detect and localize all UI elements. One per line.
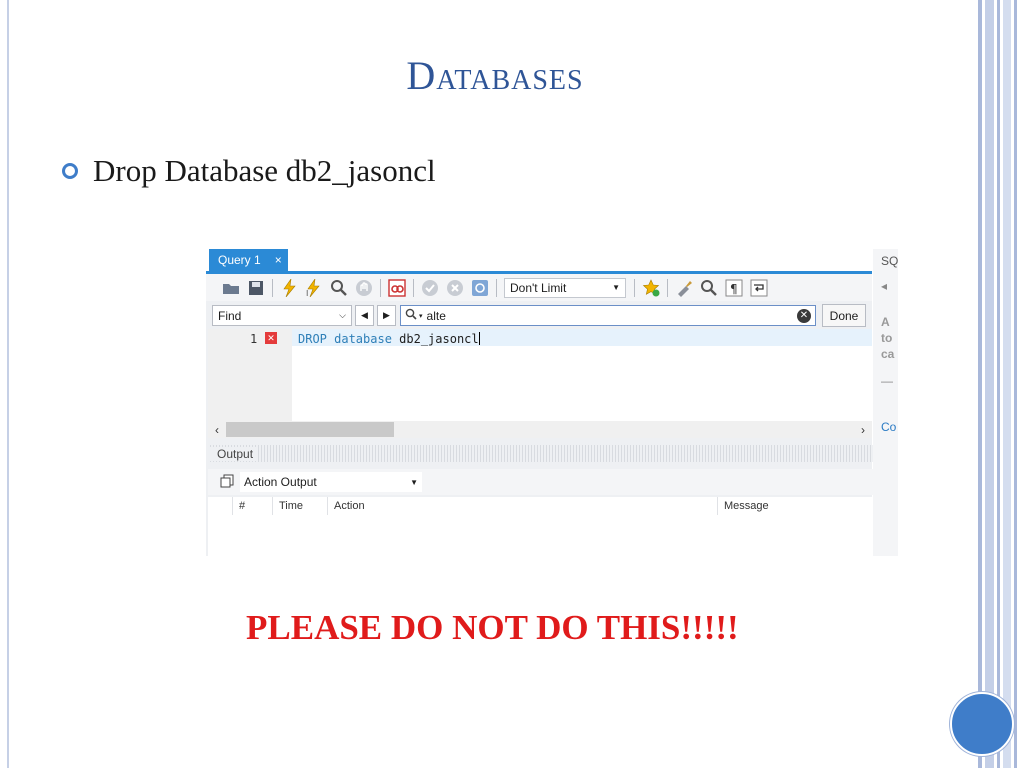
chevron-down-icon: ⌵: [339, 310, 346, 320]
side-panel-text: ca: [881, 347, 895, 361]
line-number: 1: [250, 332, 258, 346]
beautify-icon[interactable]: [675, 279, 693, 297]
side-panel-text: —: [881, 374, 893, 388]
find-bar: Find ⌵ ◀ ▶ ▾ alte ✕ Done: [212, 304, 872, 327]
sql-identifier: db2_jasoncl: [399, 332, 479, 346]
slide-frame-right: [978, 0, 1024, 768]
column-header-time[interactable]: Time: [272, 497, 327, 515]
side-panel-text: to: [881, 331, 893, 345]
search-icon: [405, 308, 417, 323]
limit-value: Don't Limit: [510, 280, 567, 295]
bullet-icon: [62, 163, 78, 179]
chevron-down-icon: ▼: [612, 283, 620, 292]
sql-keyword: DROP: [298, 332, 335, 346]
limit-select[interactable]: Don't Limit ▼: [504, 277, 626, 298]
scroll-right-icon[interactable]: ›: [854, 423, 872, 437]
commit-icon[interactable]: [421, 279, 439, 297]
find-input[interactable]: ▾ alte ✕: [400, 305, 816, 326]
side-panel-label: SQ: [881, 254, 898, 268]
search-options-icon[interactable]: ▾: [419, 312, 423, 320]
workbench-screenshot: Query 1 × I Don't Limit ▼ ¶ Find ⌵ ◀ ▶ ▾…: [206, 249, 898, 556]
done-button[interactable]: Done: [822, 304, 866, 327]
text-cursor: [478, 332, 480, 345]
find-icon[interactable]: [700, 279, 718, 297]
slide-title: Databases: [406, 53, 584, 98]
slide-frame-left: [7, 0, 9, 768]
side-panel-text: A: [881, 315, 890, 329]
warning-text: PLEASE DO NOT DO THIS!!!!!: [246, 608, 739, 647]
find-mode-value: Find: [218, 308, 242, 323]
sql-keyword: database: [334, 332, 400, 346]
clear-icon[interactable]: ✕: [797, 308, 811, 323]
find-previous-button[interactable]: ◀: [355, 305, 374, 326]
explain-icon[interactable]: [330, 279, 348, 297]
find-query: alte: [426, 308, 446, 323]
sql-statement: DROP database db2_jasoncl: [298, 332, 480, 346]
toggle-results-icon[interactable]: [388, 278, 406, 297]
chevron-down-icon: ▼: [410, 477, 418, 487]
save-icon[interactable]: [247, 279, 265, 297]
scroll-left-icon[interactable]: ‹: [208, 423, 226, 437]
column-header-message[interactable]: Message: [717, 497, 898, 515]
output-header: Output: [208, 445, 898, 462]
output-label: Output: [208, 446, 258, 461]
rollback-icon[interactable]: [446, 279, 464, 297]
find-next-button[interactable]: ▶: [377, 305, 396, 326]
toolbar-separator: [272, 278, 273, 297]
scroll-thumb[interactable]: [226, 422, 394, 437]
add-snippet-icon[interactable]: [642, 278, 660, 297]
error-marker-icon[interactable]: ✕: [265, 332, 277, 344]
horizontal-scrollbar[interactable]: ‹ ›: [208, 421, 872, 438]
stop-icon[interactable]: [355, 279, 373, 297]
close-icon[interactable]: ×: [275, 253, 282, 267]
bullet-item: Drop Database db2_jasoncl: [62, 153, 436, 189]
column-header-action[interactable]: Action: [327, 497, 717, 515]
tab-bar: Query 1 ×: [206, 249, 872, 274]
wrap-icon[interactable]: [750, 279, 768, 297]
side-panel: SQ ◂ A to ca — Co: [873, 249, 898, 556]
editor-toolbar: I Don't Limit ▼ ¶: [206, 274, 872, 301]
output-table: # Time Action Message: [208, 497, 898, 556]
output-type-select[interactable]: Action Output ▼: [240, 472, 422, 492]
side-panel-arrow-icon[interactable]: ◂: [881, 279, 887, 293]
tab-label: Query 1: [218, 253, 261, 267]
svg-text:I: I: [306, 289, 308, 297]
column-header-number[interactable]: #: [232, 497, 272, 515]
copy-icon[interactable]: [220, 474, 234, 491]
output-toolbar: Action Output ▼: [208, 469, 898, 495]
decorative-circle: [950, 692, 1014, 756]
invisible-chars-icon[interactable]: ¶: [725, 279, 743, 297]
svg-text:¶: ¶: [730, 282, 738, 296]
side-panel-link[interactable]: Co: [881, 420, 896, 434]
bullet-text: Drop Database db2_jasoncl: [93, 153, 436, 188]
find-mode-select[interactable]: Find ⌵: [212, 305, 352, 326]
execute-current-icon[interactable]: I: [305, 278, 323, 297]
sql-editor[interactable]: 1 ✕ DROP database db2_jasoncl: [208, 329, 872, 421]
tab-query-1[interactable]: Query 1 ×: [209, 249, 288, 271]
output-type-value: Action Output: [244, 475, 317, 489]
autocommit-icon[interactable]: [471, 279, 489, 297]
execute-icon[interactable]: [280, 278, 298, 297]
open-folder-icon[interactable]: [222, 279, 240, 297]
